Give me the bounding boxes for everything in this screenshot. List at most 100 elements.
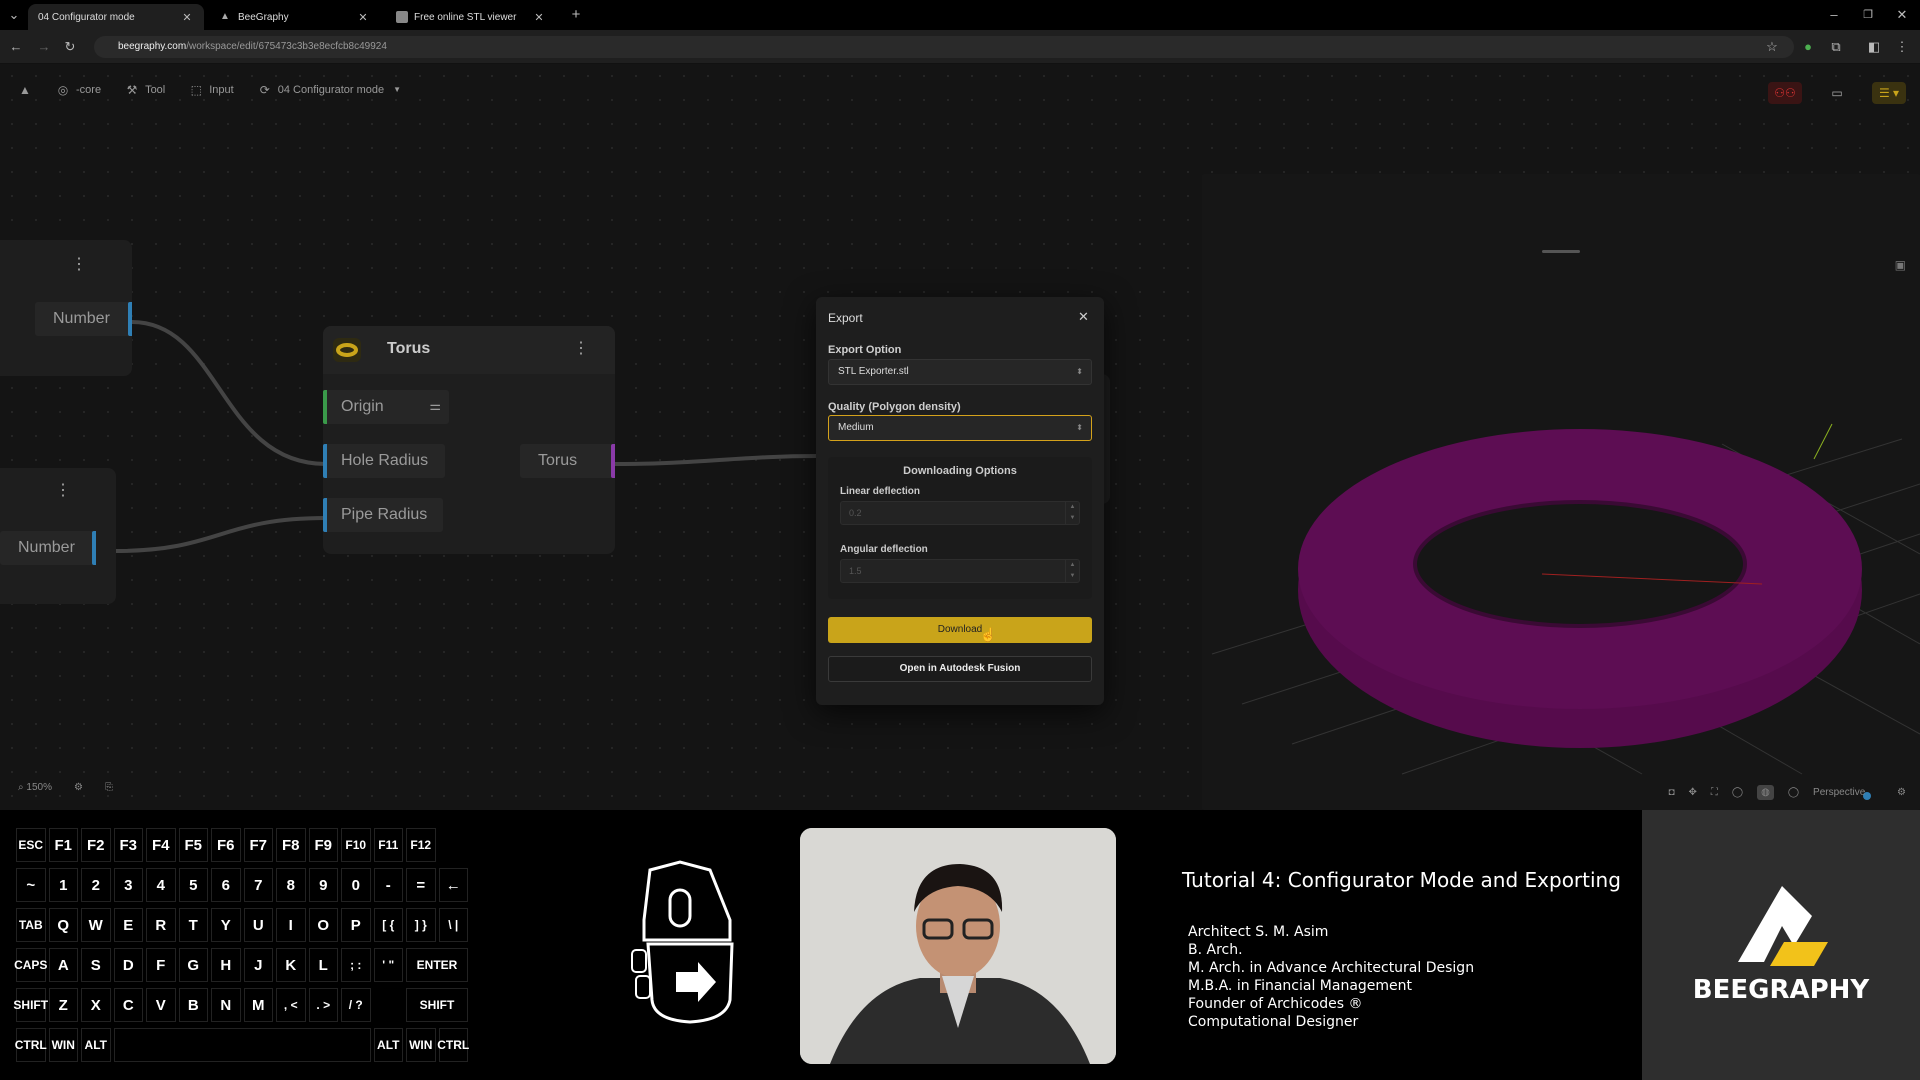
key-C: C: [113, 988, 143, 1022]
pipe-radius-input-port[interactable]: Pipe Radius: [323, 498, 443, 532]
origin-input-port[interactable]: Origin ⚌: [323, 390, 449, 424]
torus-output-port[interactable]: Torus: [520, 444, 615, 478]
chevron-updown-icon: ⬍: [1076, 367, 1083, 376]
close-icon[interactable]: ✕: [356, 11, 370, 24]
extension-grammarly-icon[interactable]: ●: [1800, 39, 1816, 55]
node-menu-icon[interactable]: ⋮: [573, 341, 589, 357]
url-field[interactable]: beegraphy.com/workspace/edit/675473c3b3e…: [94, 36, 1794, 58]
number-node[interactable]: ⋮ Number: [0, 240, 132, 376]
minimize-icon[interactable]: –: [1826, 7, 1842, 23]
shading-flat-icon[interactable]: ◯: [1788, 787, 1799, 798]
adjust-sliders-icon[interactable]: ⚌: [429, 398, 441, 414]
window-close-icon[interactable]: ✕: [1894, 7, 1910, 23]
key-M: M: [243, 988, 273, 1022]
angular-deflection-input[interactable]: 1.5 ▲ ▼: [840, 559, 1080, 583]
key-H: H: [211, 948, 241, 982]
torus-hole: [1413, 500, 1747, 628]
tab-search-icon[interactable]: ⌄: [6, 7, 22, 23]
key-ALT: ALT: [81, 1028, 111, 1062]
key-space: [113, 1028, 371, 1062]
key-F4: F4: [146, 828, 176, 862]
beegraphy-favicon-icon: ▲: [220, 11, 230, 22]
new-tab-button[interactable]: +: [568, 7, 584, 23]
downloading-options-title: Downloading Options: [903, 465, 1017, 477]
mouse-diagram-icon: [631, 860, 734, 1024]
orbit-icon[interactable]: ✥: [1689, 787, 1697, 798]
quality-select[interactable]: Medium ⬍: [828, 415, 1092, 441]
mouse-cursor-icon: ☝: [980, 627, 997, 642]
key-ALT: ALT: [373, 1028, 403, 1062]
shading-solid-icon[interactable]: ◍: [1757, 785, 1774, 800]
camera-icon[interactable]: ◘: [1668, 787, 1674, 798]
bookmark-star-icon[interactable]: ☆: [1764, 39, 1780, 55]
tab-configurator[interactable]: 04 Configurator mode ✕: [28, 4, 204, 30]
key-symbol: . >: [308, 988, 338, 1022]
tab-beegraphy[interactable]: ▲ BeeGraphy ✕: [210, 4, 380, 30]
key-8: 8: [276, 868, 306, 902]
chevron-updown-icon: ⬍: [1076, 423, 1083, 432]
tutorial-title: Tutorial 4: Configurator Mode and Export…: [1182, 868, 1621, 892]
maximize-icon[interactable]: ❐: [1860, 7, 1876, 23]
browser-menu-icon[interactable]: ⋮: [1894, 39, 1910, 55]
open-in-fusion-button[interactable]: Open in Autodesk Fusion: [828, 656, 1092, 682]
stepper-icon[interactable]: ▲ ▼: [1065, 560, 1079, 582]
key-0: 0: [341, 868, 371, 902]
forward-icon[interactable]: →: [36, 39, 52, 55]
tab-stl-viewer[interactable]: Free online STL viewer ✕: [386, 4, 556, 30]
canvas-settings-icon[interactable]: ⚙: [74, 782, 83, 793]
number-output-port[interactable]: Number: [35, 302, 132, 336]
port-connector: [128, 302, 132, 336]
key-F2: F2: [81, 828, 111, 862]
key-A: A: [48, 948, 78, 982]
port-label: Number: [18, 539, 75, 556]
key-P: P: [341, 908, 371, 942]
key-5: 5: [178, 868, 208, 902]
extensions-icon[interactable]: ⧉: [1828, 39, 1844, 55]
comments-icon[interactable]: ▭: [1820, 82, 1854, 104]
key-F6: F6: [211, 828, 241, 862]
node-header[interactable]: Torus ⋮: [323, 326, 615, 374]
fullscreen-icon[interactable]: ⛶: [1711, 787, 1718, 798]
node-menu-icon[interactable]: ⋮: [55, 483, 71, 499]
zoom-control[interactable]: ⌕ 150%: [18, 782, 52, 793]
torus-node[interactable]: Torus ⋮ Origin ⚌ Hole Radius Pipe Radius…: [323, 326, 615, 554]
3d-viewport[interactable]: ▣ ◘ ✥ ⛶ ◯ ◍ ◯ Perspective ⚙: [1202, 174, 1920, 810]
linear-deflection-input[interactable]: 0.2 ▲ ▼: [840, 501, 1080, 525]
mouse-visualizer: [630, 860, 750, 1035]
close-icon[interactable]: ✕: [1078, 309, 1089, 325]
wire-number-to-hole-radius: [131, 320, 327, 466]
key-B: B: [178, 988, 208, 1022]
key-Z: Z: [48, 988, 78, 1022]
number-node[interactable]: ⋮ Number: [0, 468, 116, 604]
tutorial-overlay: ESC F1 F2 F3 F4 F5 F6 F7 F8 F9 F10 F11 F12 ~1 2 3 4 5 6 7 8 9…: [0, 810, 1920, 1080]
back-icon[interactable]: ←: [8, 39, 24, 55]
port-label: Pipe Radius: [341, 506, 428, 523]
key-Y: Y: [211, 908, 241, 942]
canvas-snapshot-icon[interactable]: ⎘: [105, 782, 113, 793]
number-output-port[interactable]: Number: [0, 531, 96, 565]
export-option-select[interactable]: STL Exporter.stl ⬍: [828, 359, 1092, 385]
shading-wire-icon[interactable]: ◯: [1732, 787, 1743, 798]
close-icon[interactable]: ✕: [532, 11, 546, 24]
reload-icon[interactable]: ↻: [62, 39, 78, 55]
camera-mode-select[interactable]: Perspective: [1813, 787, 1883, 798]
key-symbol: , <: [276, 988, 306, 1022]
profile-icon[interactable]: ◧: [1866, 39, 1882, 55]
key-F11: F11: [373, 828, 403, 862]
node-editor-canvas[interactable]: ▲ ◎ -core ⚒ Tool ⬚ Input ⟳ 04 Configurator m…: [0, 64, 1920, 810]
download-button[interactable]: Download: [828, 617, 1092, 643]
settings-panel-icon[interactable]: ☰ ▾: [1872, 82, 1906, 104]
viewport-settings-icon[interactable]: ⚙: [1897, 787, 1906, 798]
close-icon[interactable]: ✕: [180, 11, 194, 24]
linear-deflection-label: Linear deflection: [840, 486, 921, 497]
wire-torus-to-export: [613, 454, 819, 466]
url-path: /workspace/edit/675473c3b3e8ecfcb8c49924: [186, 41, 387, 52]
key-R: R: [146, 908, 176, 942]
hole-radius-input-port[interactable]: Hole Radius: [323, 444, 445, 478]
angular-deflection-label: Angular deflection: [840, 544, 928, 555]
collaborators-icon[interactable]: ⚇⚇: [1768, 82, 1802, 104]
node-menu-icon[interactable]: ⋮: [71, 257, 87, 273]
canvas-controls: ⌕ 150% ⚙ ⎘: [18, 782, 113, 793]
stepper-icon[interactable]: ▲ ▼: [1065, 502, 1079, 524]
key-7: 7: [243, 868, 273, 902]
